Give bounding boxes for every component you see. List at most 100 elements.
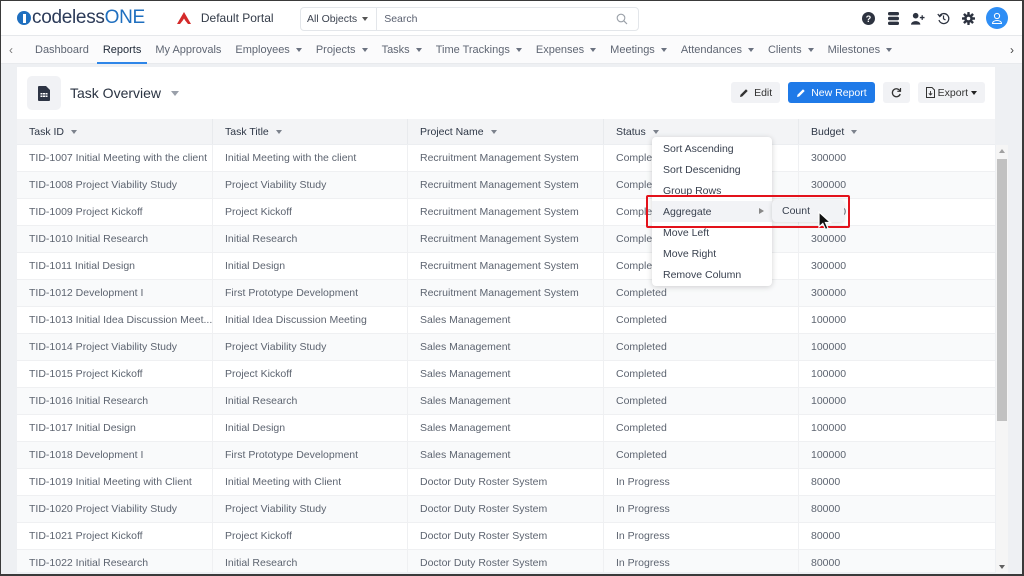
table-row[interactable]: TID-1011 Initial Design Initial Design Rec… — [17, 253, 995, 280]
nav-item-milestones[interactable]: Milestones — [828, 36, 893, 64]
table-cell: 100000 — [811, 449, 847, 461]
export-button[interactable]: Export — [917, 82, 985, 103]
search-scope-dropdown[interactable]: All Objects — [301, 8, 378, 30]
table-cell: Doctor Duty Roster System — [408, 523, 604, 549]
help-icon[interactable]: ? — [861, 11, 875, 25]
logo-suffix: ONE — [104, 7, 146, 28]
chevron-down-icon — [295, 47, 302, 52]
history-icon[interactable] — [936, 11, 950, 25]
column-header-task-title[interactable]: Task Title — [213, 119, 408, 144]
nav-item-label: Reports — [102, 43, 142, 56]
report-table: Task ID Task Title Project Name Status Budge… — [17, 119, 995, 572]
table-row[interactable]: TID-1007 Initial Meeting with the client… — [17, 145, 995, 172]
nav-item-projects[interactable]: Projects — [316, 36, 368, 64]
table-row[interactable]: TID-1021 Project Kickoff Project Kickoff D… — [17, 523, 995, 550]
table-row[interactable]: TID-1015 Project Kickoff Project Kickoff S… — [17, 361, 995, 388]
context-menu-item-sort-descenidng[interactable]: Sort Descenidng — [652, 159, 772, 180]
nav-scroll-left-icon[interactable]: ‹ — [1, 43, 21, 57]
portal-name: Default Portal — [200, 11, 274, 25]
report-switcher-chevron-icon[interactable] — [171, 90, 180, 96]
context-menu-item-label: Sort Ascending — [663, 142, 734, 155]
column-header-project-name[interactable]: Project Name — [408, 119, 604, 144]
scroll-down-icon[interactable] — [999, 565, 1005, 569]
table-row[interactable]: TID-1017 Initial Design Initial Design Sal… — [17, 415, 995, 442]
nav-item-tasks[interactable]: Tasks — [382, 36, 422, 64]
table-row[interactable]: TID-1009 Project Kickoff Project Kickoff R… — [17, 199, 995, 226]
column-menu-chevron-icon[interactable] — [851, 129, 858, 134]
context-menu-item-move-left[interactable]: Move Left — [652, 222, 772, 243]
refresh-button[interactable] — [882, 82, 910, 103]
column-header-budget[interactable]: Budget — [799, 119, 977, 144]
table-row[interactable]: TID-1019 Initial Meeting with Client Init… — [17, 469, 995, 496]
nav-item-my-approvals[interactable]: My Approvals — [155, 36, 221, 64]
nav-item-time-trackings[interactable]: Time Trackings — [436, 36, 522, 64]
scrollbar-thumb[interactable] — [997, 159, 1007, 421]
table-cell: 300000 — [811, 179, 847, 191]
table-cell: 80000 — [811, 557, 841, 569]
table-row[interactable]: TID-1016 Initial Research Initial Researc… — [17, 388, 995, 415]
context-menu-item-remove-column[interactable]: Remove Column — [652, 264, 772, 285]
nav-item-expenses[interactable]: Expenses — [536, 36, 597, 64]
nav-item-clients[interactable]: Clients — [768, 36, 814, 64]
column-menu-chevron-icon[interactable] — [652, 129, 659, 134]
database-icon[interactable] — [886, 11, 900, 25]
table-cell: TID-1019 Initial Meeting with Client — [17, 469, 213, 495]
logo[interactable]: codelessONE — [17, 7, 145, 29]
column-menu-chevron-icon[interactable] — [71, 129, 78, 134]
nav-item-label: Attendances — [680, 43, 742, 56]
table-cell: In Progress — [604, 550, 799, 572]
portal-switcher[interactable]: Default Portal — [176, 11, 274, 25]
table-cell: In Progress — [604, 496, 799, 522]
nav-scroll-right-icon[interactable]: › — [1002, 43, 1022, 57]
context-menu-item-aggregate[interactable]: Aggregate — [652, 201, 772, 222]
table-cell: TID-1010 Initial Research — [17, 226, 213, 252]
table-row[interactable]: TID-1008 Project Viability Study Project … — [17, 172, 995, 199]
column-header-task-id[interactable]: Task ID — [17, 119, 213, 144]
nav-item-dashboard[interactable]: Dashboard — [35, 36, 89, 64]
context-menu-item-sort-ascending[interactable]: Sort Ascending — [652, 138, 772, 159]
context-menu-item-group-rows[interactable]: Group Rows — [652, 180, 772, 201]
user-avatar-icon[interactable] — [986, 7, 1008, 29]
search-icon[interactable] — [616, 13, 628, 25]
global-search: All Objects — [300, 7, 639, 31]
logo-prefix: codeless — [32, 7, 105, 28]
table-row[interactable]: TID-1013 Initial Idea Discussion Meet...… — [17, 307, 995, 334]
table-cell: Completed — [604, 361, 799, 387]
nav-item-employees[interactable]: Employees — [235, 36, 302, 64]
submenu-label: Count — [782, 205, 811, 217]
pencil-icon — [797, 88, 805, 97]
export-label: Export — [937, 86, 968, 99]
table-cell: First Prototype Development — [213, 442, 408, 468]
column-menu-chevron-icon[interactable] — [275, 129, 282, 134]
new-report-button[interactable]: New Report — [788, 82, 875, 103]
table-row[interactable]: TID-1010 Initial Research Initial Researc… — [17, 226, 995, 253]
settings-icon[interactable] — [961, 11, 975, 25]
table-cell: 80000 — [811, 530, 841, 542]
nav-item-label: Employees — [235, 43, 290, 56]
table-scrollbar[interactable] — [996, 145, 1008, 573]
nav-item-label: Meetings — [610, 43, 655, 56]
table-cell: In Progress — [604, 469, 799, 495]
table-row[interactable]: TID-1012 Development I First Prototype De… — [17, 280, 995, 307]
nav-item-reports[interactable]: Reports — [96, 36, 147, 64]
nav-item-attendances[interactable]: Attendances — [681, 36, 754, 64]
search-input[interactable] — [377, 13, 616, 25]
add-user-icon[interactable] — [911, 11, 925, 25]
edit-button[interactable]: Edit — [731, 82, 781, 103]
table-row[interactable]: TID-1014 Project Viability Study Project … — [17, 334, 995, 361]
chevron-down-icon — [807, 47, 814, 52]
table-row[interactable]: TID-1022 Initial Research Initial Researc… — [17, 550, 995, 572]
column-menu-chevron-icon[interactable] — [490, 129, 497, 134]
table-cell: Completed — [604, 307, 799, 333]
table-cell: Sales Management — [408, 442, 604, 468]
table-cell: TID-1021 Project Kickoff — [17, 523, 213, 549]
new-report-label: New Report — [811, 86, 867, 99]
table-row[interactable]: TID-1020 Project Viability Study Project … — [17, 496, 995, 523]
nav-item-meetings[interactable]: Meetings — [610, 36, 667, 64]
table-row[interactable]: TID-1018 Development I First Prototype De… — [17, 442, 995, 469]
scroll-up-icon[interactable] — [999, 149, 1005, 153]
context-menu-item-move-right[interactable]: Move Right — [652, 243, 772, 264]
aggregate-submenu-item-count[interactable]: Count — [772, 200, 844, 222]
table-cell: Project Kickoff — [213, 199, 408, 225]
table-cell: Sales Management — [408, 307, 604, 333]
